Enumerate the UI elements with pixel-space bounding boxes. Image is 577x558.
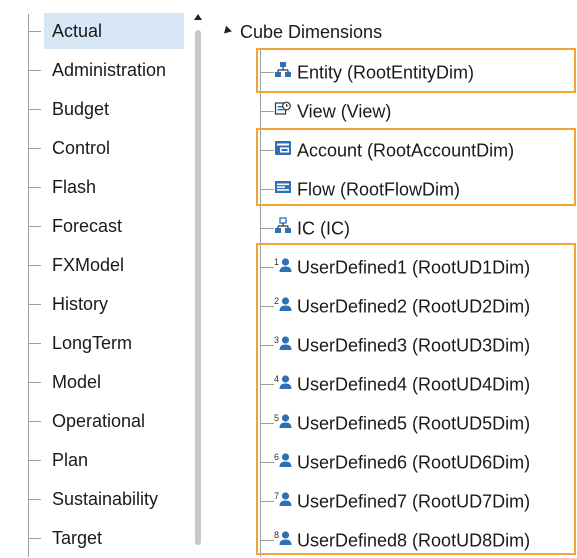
ud-badge: 7	[274, 491, 279, 501]
tree-tick	[260, 227, 274, 229]
tree-tick	[260, 539, 274, 541]
dim-node-userdefined1[interactable]: 1 UserDefined1 (RootUD1Dim)	[260, 248, 530, 284]
dim-node-flow[interactable]: Flow (RootFlowDim)	[260, 170, 460, 206]
user-defined-icon: 6	[274, 452, 292, 468]
tree-tick	[28, 70, 41, 71]
dim-node-account[interactable]: Account (RootAccountDim)	[260, 131, 514, 167]
tree-tick	[260, 305, 274, 307]
tree-tick	[28, 148, 41, 149]
dim-node-ic[interactable]: IC (IC)	[260, 209, 350, 245]
ud-badge: 2	[274, 296, 279, 306]
tree-tick	[260, 500, 274, 502]
tree-tick	[260, 344, 274, 346]
user-defined-icon: 5	[274, 413, 292, 429]
scenario-item-budget[interactable]: Budget	[44, 91, 184, 127]
ic-hierarchy-icon	[275, 217, 291, 234]
cube-dimensions-pane: Cube Dimensions Entity (RootEntityDim) V…	[211, 0, 577, 557]
tree-tick	[28, 187, 41, 188]
tree-tick	[260, 149, 274, 151]
ud-badge: 4	[274, 374, 279, 384]
dim-node-userdefined7[interactable]: 7 UserDefined7 (RootUD7Dim)	[260, 482, 530, 518]
dim-node-userdefined3[interactable]: 3 UserDefined3 (RootUD3Dim)	[260, 326, 530, 362]
tree-tick	[28, 499, 41, 500]
user-defined-icon: 1	[274, 257, 292, 273]
tree-tick	[28, 226, 41, 227]
dim-label: UserDefined1 (RootUD1Dim)	[297, 257, 531, 278]
dim-node-userdefined5[interactable]: 5 UserDefined5 (RootUD5Dim)	[260, 404, 530, 440]
entity-hierarchy-icon	[275, 62, 291, 78]
scenario-item-model[interactable]: Model	[44, 364, 184, 400]
scenario-item-forecast[interactable]: Forecast	[44, 208, 184, 244]
scenario-item-fxmodel[interactable]: FXModel	[44, 247, 184, 283]
tree-tick	[260, 266, 274, 268]
dim-node-userdefined6[interactable]: 6 UserDefined6 (RootUD6Dim)	[260, 443, 530, 479]
dim-label: View (View)	[297, 101, 392, 122]
ud-badge: 5	[274, 413, 279, 423]
ud-badge: 6	[274, 452, 279, 462]
dim-node-userdefined8[interactable]: 8 UserDefined8 (RootUD8Dim)	[260, 521, 530, 557]
ud-badge: 1	[274, 257, 279, 267]
tree-tick	[28, 31, 41, 32]
tree-tick	[28, 109, 41, 110]
dim-label: UserDefined4 (RootUD4Dim)	[297, 374, 531, 395]
tree-root-label: Cube Dimensions	[240, 22, 383, 42]
scenario-item-history[interactable]: History	[44, 286, 184, 322]
scenario-item-administration[interactable]: Administration	[44, 52, 184, 88]
tree-tick	[28, 538, 41, 539]
dim-node-entity[interactable]: Entity (RootEntityDim)	[260, 53, 474, 89]
scenario-list-pane: Actual Administration Budget Control Fla…	[0, 0, 192, 557]
scrollbar-thumb[interactable]	[195, 30, 201, 545]
dim-label: UserDefined8 (RootUD8Dim)	[297, 530, 531, 551]
dim-node-userdefined4[interactable]: 4 UserDefined4 (RootUD4Dim)	[260, 365, 530, 401]
scenario-item-sustainability[interactable]: Sustainability	[44, 481, 184, 517]
tree-tick	[260, 188, 274, 190]
tree-tick	[28, 304, 41, 305]
tree-connector-line	[28, 14, 29, 557]
dim-label: IC (IC)	[297, 218, 350, 239]
ud-badge: 8	[274, 530, 279, 540]
user-defined-icon: 2	[274, 296, 292, 312]
user-defined-icon: 3	[274, 335, 292, 351]
tree-tick	[28, 421, 41, 422]
scroll-up-arrow-icon[interactable]	[192, 10, 205, 24]
vertical-scrollbar[interactable]	[192, 10, 205, 557]
tree-tick	[28, 265, 41, 266]
tree-tick	[260, 71, 274, 73]
tree-tick	[28, 382, 41, 383]
scenario-item-actual[interactable]: Actual	[44, 13, 184, 49]
flow-icon	[275, 181, 291, 194]
user-defined-icon: 8	[274, 530, 292, 546]
dim-node-userdefined2[interactable]: 2 UserDefined2 (RootUD2Dim)	[260, 287, 530, 323]
ud-badge: 3	[274, 335, 279, 345]
dim-label: UserDefined2 (RootUD2Dim)	[297, 296, 531, 317]
scenario-item-flash[interactable]: Flash	[44, 169, 184, 205]
dim-label: UserDefined7 (RootUD7Dim)	[297, 491, 531, 512]
tree-tick	[260, 422, 274, 424]
tree-tick	[260, 383, 274, 385]
tree-tick	[28, 460, 41, 461]
dim-node-view[interactable]: View (View)	[260, 92, 391, 128]
account-icon	[275, 141, 291, 156]
view-icon	[274, 101, 291, 115]
dim-label: UserDefined3 (RootUD3Dim)	[297, 335, 531, 356]
dim-label: Entity (RootEntityDim)	[297, 62, 475, 83]
scenario-item-target[interactable]: Target	[44, 520, 184, 556]
user-defined-icon: 4	[274, 374, 292, 390]
scenario-item-operational[interactable]: Operational	[44, 403, 184, 439]
collapse-arrow-icon[interactable]	[221, 25, 232, 37]
tree-node-cube-dimensions[interactable]: Cube Dimensions	[221, 14, 383, 50]
dim-label: Flow (RootFlowDim)	[297, 179, 461, 200]
user-defined-icon: 7	[274, 491, 292, 507]
scenario-item-plan[interactable]: Plan	[44, 442, 184, 478]
tree-tick	[28, 343, 41, 344]
dim-label: UserDefined6 (RootUD6Dim)	[297, 452, 531, 473]
dim-label: Account (RootAccountDim)	[297, 140, 515, 161]
scenario-item-longterm[interactable]: LongTerm	[44, 325, 184, 361]
tree-tick	[260, 461, 274, 463]
dim-label: UserDefined5 (RootUD5Dim)	[297, 413, 531, 434]
scenario-item-control[interactable]: Control	[44, 130, 184, 166]
tree-tick	[260, 110, 274, 112]
